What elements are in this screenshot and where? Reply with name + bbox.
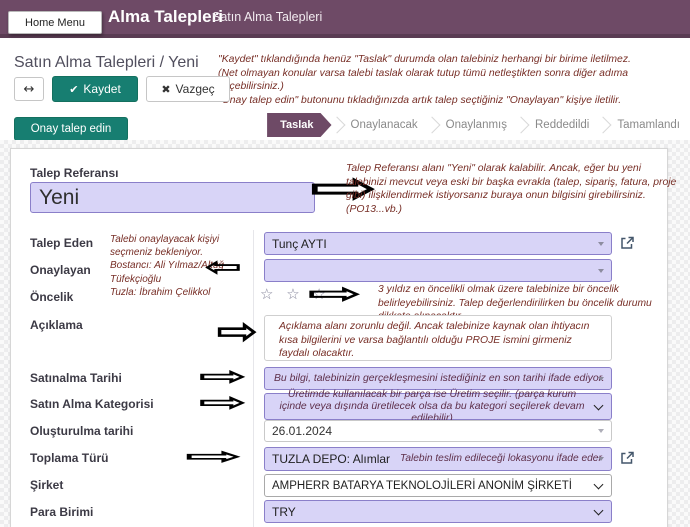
external-link-icon[interactable] — [619, 450, 635, 466]
toplama-turu-dropdown[interactable]: TUZLA DEPO: Alımlar Talebin teslim edile… — [264, 447, 612, 471]
caret-down-icon — [598, 269, 604, 273]
kategori-select[interactable]: Üretimde kullanılacak bir parça ise Üret… — [264, 393, 612, 420]
annotation-arrow-left-icon: ⇦ — [204, 254, 242, 281]
statusbar-step-onaylanacak[interactable]: Onaylanacak — [338, 119, 431, 131]
field-label-talep-referansi: Talep Referansı — [30, 166, 118, 180]
annotation-line: "Kaydet" tıklandığında henüz "Taslak" du… — [218, 53, 688, 67]
cross-icon: ✖ — [161, 83, 170, 96]
annotation-arrow-right-icon: ⇨ — [198, 390, 248, 416]
olusturulma-value: 26.01.2024 — [265, 424, 332, 438]
save-button[interactable]: ✔ Kaydet — [52, 76, 138, 102]
caret-down-icon — [598, 457, 604, 461]
request-approval-button[interactable]: Onay talep edin — [14, 117, 128, 141]
toplama-turu-note: Talebin teslim edileceği lokasyonu ifade… — [390, 453, 602, 465]
toplama-turu-value: TUZLA DEPO: Alımlar — [265, 452, 390, 466]
annotation-arrow-right-icon: ⇨ — [307, 280, 363, 308]
field-label-satinalma-tarihi: Satınalma Tarihi — [30, 371, 122, 385]
field-label-aciklama: Açıklama — [30, 318, 83, 332]
statusbar: Taslak Onaylanacak Onaylanmış Reddedildi… — [267, 111, 688, 139]
expand-toggle-button[interactable]: ↔ — [14, 77, 44, 101]
caret-down-icon — [598, 242, 604, 246]
app-title: Alma Talepleri — [108, 7, 223, 27]
sirket-select[interactable]: AMPHERR BATARYA TEKNOLOJİLERİ ANONİM ŞİR… — [264, 474, 612, 497]
external-link-icon[interactable] — [619, 235, 635, 251]
field-label-para-birimi: Para Birimi — [30, 505, 93, 519]
save-button-label: Kaydet — [83, 82, 120, 96]
home-menu-button[interactable]: Home Menu — [8, 11, 102, 34]
field-label-kategori: Satın Alma Kategorisi — [30, 397, 154, 411]
talep-eden-dropdown[interactable]: Tunç AYTI — [264, 232, 612, 255]
statusbar-step-tamamlandi[interactable]: Tamamlandı — [604, 119, 688, 131]
talep-referansi-input[interactable]: Yeni — [30, 182, 315, 213]
field-label-onaylayan: Onaylayan — [30, 263, 91, 277]
chevron-down-icon — [594, 479, 604, 489]
annotation-arrow-right-icon: ⇨ — [184, 446, 244, 469]
statusbar-step-onaylanmis[interactable]: Onaylanmış — [433, 119, 520, 131]
discard-button[interactable]: ✖ Vazgeç — [146, 76, 230, 102]
annotation-line: (Net olmayan konular varsa talebi taslak… — [218, 67, 688, 94]
caret-down-icon — [598, 377, 604, 381]
page-title[interactable]: Satın Alma Talepleri / Yeni — [14, 54, 199, 72]
field-label-toplama-turu: Toplama Türü — [30, 451, 108, 465]
header-breadcrumb[interactable]: Satın Alma Talepleri — [212, 10, 322, 24]
statusbar-step-taslak[interactable]: Taslak — [267, 113, 331, 137]
app-window: Alma Talepleri Satın Alma Talepleri Home… — [0, 0, 690, 527]
field-label-olusturulma: Oluşturulma tarihi — [30, 424, 133, 438]
check-icon: ✔ — [69, 83, 78, 96]
field-label-sirket: Şirket — [30, 478, 63, 492]
aciklama-value: Açıklama alanı zorunlu değil. Ancak tale… — [265, 316, 611, 361]
chevron-down-icon — [594, 505, 604, 515]
app-header: Alma Talepleri Satın Alma Talepleri — [0, 0, 690, 38]
annotation-line: "Onay talep edin" butonunu tıkladığınızd… — [218, 94, 688, 108]
statusbar-step-reddedildi[interactable]: Reddedildi — [522, 119, 602, 131]
satinalma-tarihi-field[interactable]: Bu bilgi, talebinizin gerçekleşmesini is… — [264, 367, 612, 390]
top-annotation-note: "Kaydet" tıklandığında henüz "Taslak" du… — [218, 53, 688, 108]
talep-eden-value: Tunç AYTI — [265, 237, 327, 251]
field-label-oncelik: Öncelik — [30, 290, 73, 304]
discard-button-label: Vazgeç — [176, 82, 215, 96]
talep-referansi-value: Yeni — [31, 186, 79, 210]
resize-arrows-icon: ↔ — [24, 82, 35, 97]
annotation-arrow-right-icon: ⇨ — [198, 364, 248, 390]
sirket-value: AMPHERR BATARYA TEKNOLOJİLERİ ANONİM ŞİR… — [265, 480, 572, 492]
satinalma-tarihi-value: Bu bilgi, talebinizin gerçekleşmesini is… — [265, 373, 605, 385]
para-birimi-select[interactable]: TRY — [264, 500, 612, 523]
para-birimi-value: TRY — [265, 505, 296, 519]
request-approval-label: Onay talep edin — [31, 123, 112, 135]
caret-down-icon — [598, 429, 604, 433]
description-field[interactable]: Açıklama alanı zorunlu değil. Ancak tale… — [264, 315, 612, 361]
field-label-talep-eden: Talep Eden — [30, 236, 93, 250]
annotation-arrow-right-icon: ⇨ — [216, 312, 259, 350]
talep-referansi-note: Talep Referansı alanı "Yeni" olarak kala… — [346, 162, 680, 217]
olusturulma-date-field[interactable]: 26.01.2024 — [264, 420, 612, 442]
